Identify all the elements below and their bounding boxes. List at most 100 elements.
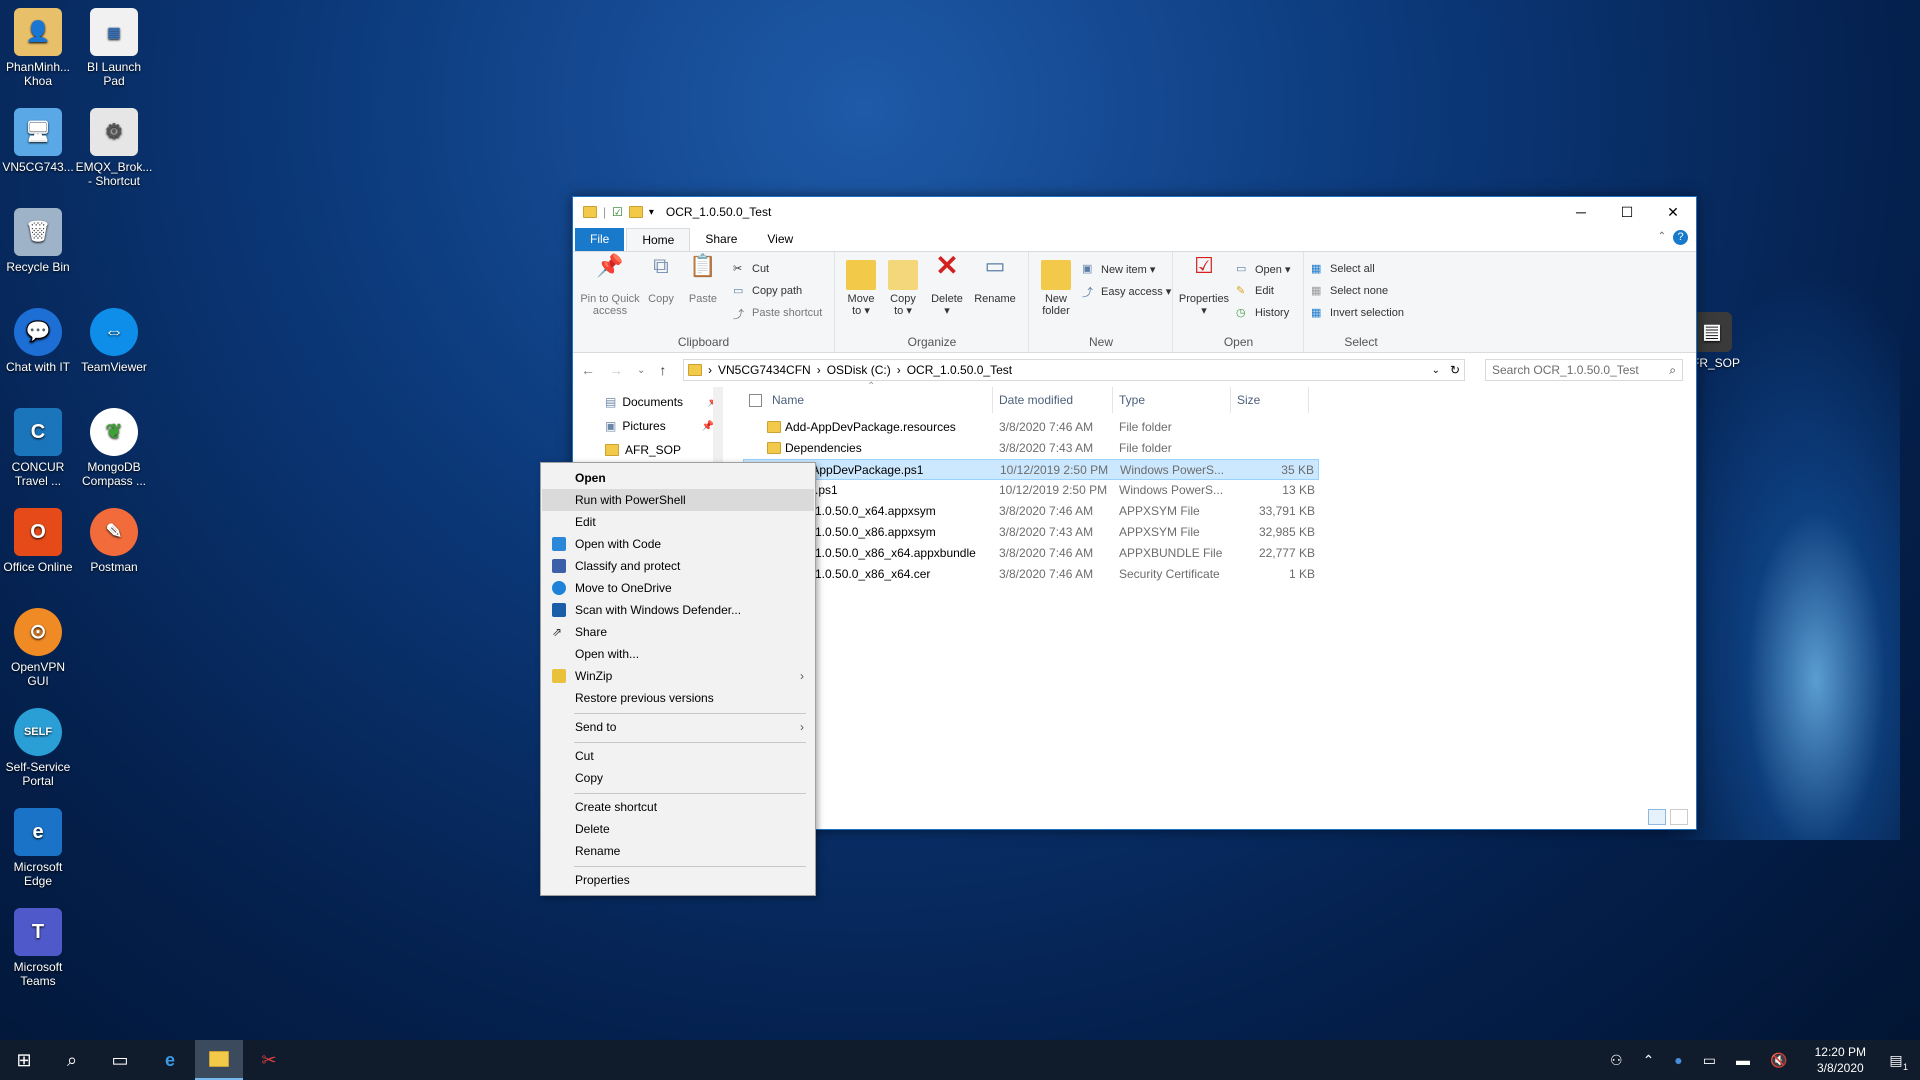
menu-item-open-with-code[interactable]: Open with Code	[542, 533, 814, 555]
taskbar-file-explorer[interactable]	[195, 1040, 243, 1080]
menu-item-copy[interactable]: Copy	[542, 767, 814, 789]
tab-file[interactable]: File	[575, 228, 625, 251]
column-header-size[interactable]: Size	[1231, 387, 1309, 413]
desktop-icon-postman[interactable]: ✎ Postman	[74, 508, 154, 574]
new-folder-quick-icon[interactable]	[628, 206, 643, 218]
defender-tray-icon[interactable]: ●	[1674, 1052, 1682, 1068]
file-row[interactable]: 1.0.50.0_x86_x64.appxbundle 3/8/2020 7:4…	[743, 543, 1319, 564]
desktop-icon-chat-with-it[interactable]: 💬 Chat with IT	[0, 308, 78, 374]
menu-item-create-shortcut[interactable]: Create shortcut	[542, 796, 814, 818]
properties-check-icon[interactable]: ☑	[612, 205, 623, 219]
up-arrow-icon[interactable]: ↑	[659, 362, 666, 378]
search-input[interactable]: Search OCR_1.0.50.0_Test ⌕	[1485, 359, 1683, 381]
column-header-name[interactable]: Name ⌃	[743, 381, 993, 413]
desktop-icon-mongodb[interactable]: ❦ MongoDB Compass ...	[74, 408, 154, 488]
taskbar-edge[interactable]: e	[146, 1040, 194, 1080]
taskbar-snipping-tool[interactable]: ✂	[245, 1040, 293, 1080]
menu-item-run-with-powershell[interactable]: Run with PowerShell	[542, 489, 814, 511]
tab-share[interactable]: Share	[690, 228, 752, 251]
back-arrow-icon[interactable]: ←	[581, 362, 595, 378]
menu-item-properties[interactable]: Properties	[542, 869, 814, 891]
nav-item-afr-sop[interactable]: AFR_SOP	[605, 443, 681, 457]
people-icon[interactable]: ⚇	[1610, 1052, 1623, 1069]
file-row[interactable]: 1.0.50.0_x86.appxsym 3/8/2020 7:43 AM AP…	[743, 522, 1319, 543]
desktop-icon-user-folder[interactable]: 👤 PhanMinh... Khoa	[0, 8, 78, 88]
large-icons-view-icon[interactable]	[1670, 809, 1688, 825]
column-header-type[interactable]: Type	[1113, 387, 1231, 413]
file-row[interactable]: 1.0.50.0_x86_x64.cer 3/8/2020 7:46 AM Se…	[743, 564, 1319, 585]
desktop-icon-office-online[interactable]: O Office Online	[0, 508, 78, 574]
help-icon[interactable]: ?	[1673, 230, 1688, 245]
copy-path-button[interactable]: ▭ Copy path	[733, 282, 802, 300]
breadcrumb-computer[interactable]: VN5CG7434CFN	[718, 363, 811, 377]
nav-item-documents[interactable]: ▤ Documents 📌	[605, 395, 720, 409]
battery-icon[interactable]: ▬	[1736, 1052, 1750, 1068]
rename-button[interactable]: ▭ Rename	[970, 255, 1020, 306]
invert-selection-button[interactable]: ▦ Invert selection	[1311, 304, 1404, 322]
desktop-icon-bi-launchpad[interactable]: ▦ BI Launch Pad	[74, 8, 154, 88]
address-dropdown-icon[interactable]: ⌄	[1432, 365, 1440, 376]
menu-item-winzip[interactable]: WinZip ›	[542, 665, 814, 687]
close-button[interactable]: ✕	[1650, 197, 1696, 227]
show-hidden-icons-icon[interactable]: ⌃	[1643, 1052, 1655, 1069]
file-row-selected[interactable]: Add-AppDevPackage.ps1 10/12/2019 2:50 PM…	[743, 459, 1319, 480]
collapse-ribbon-icon[interactable]: ⌃	[1658, 231, 1666, 242]
details-view-icon[interactable]	[1648, 809, 1666, 825]
desktop-icon-edge[interactable]: e Microsoft Edge	[0, 808, 78, 888]
pin-to-quick-access-button[interactable]: 📌 Pin to Quick access	[579, 255, 641, 318]
history-button[interactable]: ◷ History	[1236, 304, 1289, 322]
recent-locations-icon[interactable]: ⌄	[637, 365, 645, 376]
task-view-button[interactable]: ▭	[96, 1040, 144, 1080]
network-icon[interactable]: ▭	[1703, 1052, 1716, 1069]
menu-item-edit[interactable]: Edit	[542, 511, 814, 533]
desktop-icon-recycle-bin[interactable]: 🗑 Recycle Bin	[0, 208, 78, 274]
menu-item-scan-defender[interactable]: Scan with Windows Defender...	[542, 599, 814, 621]
cut-button[interactable]: ✂ Cut	[733, 260, 769, 278]
copy-to-button[interactable]: Copy to ▾	[884, 260, 922, 317]
maximize-button[interactable]: ☐	[1604, 197, 1650, 227]
tab-view[interactable]: View	[752, 228, 808, 251]
menu-item-restore-previous-versions[interactable]: Restore previous versions	[542, 687, 814, 709]
column-header-date[interactable]: Date modified	[993, 387, 1113, 413]
menu-item-classify-and-protect[interactable]: Classify and protect	[542, 555, 814, 577]
breadcrumb-osdisk[interactable]: OSDisk (C:)	[827, 363, 891, 377]
volume-muted-icon[interactable]: 🔇	[1770, 1052, 1787, 1069]
desktop-icon-this-pc[interactable]: 🖥 VN5CG743...	[0, 108, 78, 174]
desktop-icon-concur[interactable]: C CONCUR Travel ...	[0, 408, 78, 488]
paste-shortcut-button[interactable]: ⤴ Paste shortcut	[733, 304, 822, 322]
move-to-button[interactable]: Move to ▾	[842, 260, 880, 317]
address-bar[interactable]: › VN5CG7434CFN › OSDisk (C:) › OCR_1.0.5…	[683, 359, 1465, 381]
menu-item-open[interactable]: Open	[542, 467, 814, 489]
file-row[interactable]: .ps1 10/12/2019 2:50 PM Windows PowerS..…	[743, 480, 1319, 501]
menu-item-cut[interactable]: Cut	[542, 745, 814, 767]
new-item-button[interactable]: ▣ New item ▾	[1082, 260, 1155, 278]
menu-item-share[interactable]: ⇗ Share	[542, 621, 814, 643]
tab-home[interactable]: Home	[626, 228, 691, 251]
start-button[interactable]: ⊞	[0, 1040, 48, 1080]
file-row[interactable]: Add-AppDevPackage.resources 3/8/2020 7:4…	[743, 417, 1319, 438]
minimize-button[interactable]: ─	[1558, 197, 1604, 227]
nav-item-pictures[interactable]: ▣ Pictures 📌	[605, 419, 714, 433]
menu-item-open-with[interactable]: Open with...	[542, 643, 814, 665]
copy-button[interactable]: ⧉ Copy	[643, 255, 679, 306]
edit-button[interactable]: ✎ Edit	[1236, 282, 1274, 300]
taskbar-clock[interactable]: 12:20 PM 3/8/2020	[1815, 1044, 1866, 1076]
desktop-icon-teamviewer[interactable]: ⇔ TeamViewer	[74, 308, 154, 374]
open-button[interactable]: ▭ Open ▾	[1236, 260, 1291, 278]
file-row[interactable]: 1.0.50.0_x64.appxsym 3/8/2020 7:46 AM AP…	[743, 501, 1319, 522]
select-all-button[interactable]: ▦ Select all	[1311, 260, 1375, 278]
refresh-icon[interactable]: ↻	[1450, 363, 1460, 377]
desktop-icon-emqx-shortcut[interactable]: ⚙ EMQX_Brok... - Shortcut	[74, 108, 154, 188]
forward-arrow-icon[interactable]: →	[609, 362, 623, 378]
properties-button[interactable]: ☑ Properties ▾	[1176, 255, 1232, 318]
action-center-button[interactable]: ▤ 1	[1872, 1040, 1920, 1080]
easy-access-button[interactable]: ⤴ Easy access ▾	[1082, 282, 1171, 300]
select-none-button[interactable]: ▦ Select none	[1311, 282, 1388, 300]
search-button[interactable]: ⌕	[48, 1040, 96, 1080]
menu-item-move-to-onedrive[interactable]: Move to OneDrive	[542, 577, 814, 599]
menu-item-rename[interactable]: Rename	[542, 840, 814, 862]
desktop-icon-openvpn[interactable]: ⊙ OpenVPN GUI	[0, 608, 78, 688]
desktop-icon-self-service[interactable]: SELF Self-Service Portal	[0, 708, 78, 788]
quick-access-dropdown-icon[interactable]: ▾	[649, 207, 654, 218]
delete-button[interactable]: ✕ Delete ▾	[928, 252, 966, 318]
